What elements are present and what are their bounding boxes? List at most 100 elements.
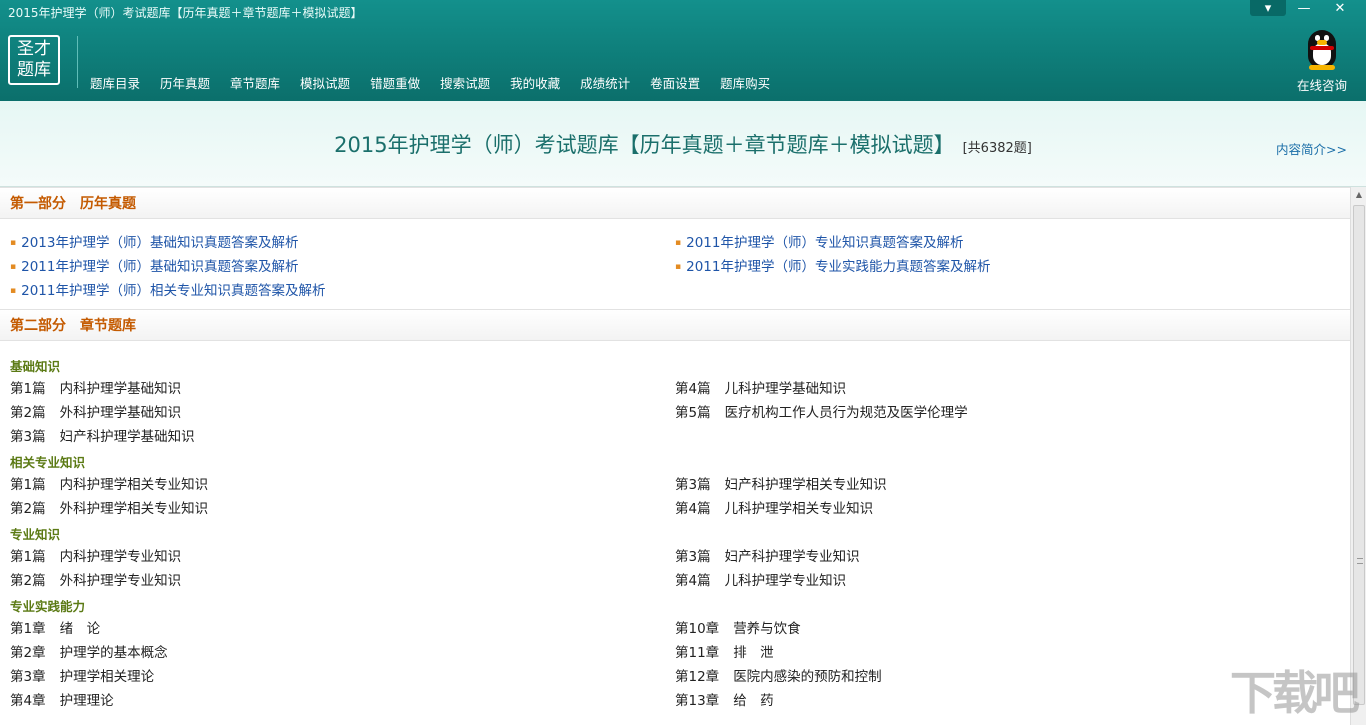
past-exam-link[interactable]: 2011年护理学（师）基础知识真题答案及解析 [10,255,675,279]
qq-penguin-icon [1305,30,1339,70]
logo-divider [77,36,78,88]
chapter-num: 第3篇 [675,477,711,493]
chapter-name: 医疗机构工作人员行为规范及医学伦理学 [724,405,968,421]
chapter-link[interactable]: 第1篇 内科护理学基础知识 [10,377,675,401]
chapter-name: 护理学的基本概念 [59,645,168,661]
close-button[interactable]: ✕ [1322,0,1358,16]
chapter-num: 第4篇 [675,573,711,589]
chapter-link[interactable]: 第4章 护理理论 [10,689,675,713]
nav-item-favorites[interactable]: 我的收藏 [500,74,570,94]
menu-dropdown-button[interactable]: ▾ [1250,0,1286,16]
online-consult-button[interactable]: 在线咨询 [1296,30,1348,94]
chapter-num: 第3篇 [675,549,711,565]
nav-item-score-stats[interactable]: 成绩统计 [570,74,640,94]
intro-link[interactable]: 内容简介>> [1276,139,1347,158]
chapter-num: 第1篇 [10,477,46,493]
chapter-link[interactable]: 第10章 营养与饮食 [675,617,1340,641]
section-title: 历年真题 [80,196,136,212]
page-title: 2015年护理学（师）考试题库【历年真题＋章节题库＋模拟试题】 [共6382题] [0,129,1366,159]
section-part-label: 第二部分 [10,318,66,334]
main-nav: 题库目录 历年真题 章节题库 模拟试题 错题重做 搜索试题 我的收藏 成绩统计 … [80,74,780,94]
chapter-link[interactable]: 第4篇 儿科护理学专业知识 [675,569,1340,593]
past-exams-list: 2013年护理学（师）基础知识真题答案及解析 2011年护理学（师）专业知识真题… [0,219,1350,309]
section-part-label: 第一部分 [10,196,66,212]
chapter-link[interactable]: 第1篇 内科护理学相关专业知识 [10,473,675,497]
past-exam-link[interactable]: 2011年护理学（师）专业知识真题答案及解析 [675,231,1340,255]
chapter-name: 妇产科护理学基础知识 [59,429,195,445]
chapter-name: 儿科护理学基础知识 [724,381,847,397]
minimize-button[interactable]: — [1286,0,1322,16]
chapter-list: 第1章绪 论 第10章 营养与饮食 第2章 护理学的基本概念 第11章排 泄 第3章… [0,617,1350,713]
page-title-text: 2015年护理学（师）考试题库【历年真题＋章节题库＋模拟试题】 [334,133,955,157]
chapter-groups: 基础知识 第1篇 内科护理学基础知识 第4篇 儿科护理学基础知识 第2篇 外科护理学基… [0,341,1350,713]
chapter-link[interactable]: 第3篇 妇产科护理学相关专业知识 [675,473,1340,497]
scroll-up-arrow-icon[interactable]: ▲ [1351,187,1366,203]
nav-item-mock-exams[interactable]: 模拟试题 [290,74,360,94]
chapter-list: 第1篇 内科护理学专业知识 第3篇 妇产科护理学专业知识 第2篇 外科护理学专业知识 … [0,545,1350,593]
chapter-name: 内科护理学基础知识 [59,381,182,397]
logo-line1: 圣才 [17,39,51,59]
chapter-num: 第12章 [675,669,720,685]
chapter-num: 第1篇 [10,381,46,397]
chapter-link[interactable]: 第3章 护理学相关理论 [10,665,675,689]
title-bar: 2015年护理学（师）考试题库【历年真题＋章节题库＋模拟试题】 ▾ — ✕ [0,0,1366,24]
title-banner: 2015年护理学（师）考试题库【历年真题＋章节题库＋模拟试题】 [共6382题] … [0,101,1366,187]
chapter-link[interactable]: 第4篇 儿科护理学相关专业知识 [675,497,1340,521]
chapter-list: 第1篇 内科护理学相关专业知识 第3篇 妇产科护理学相关专业知识 第2篇 外科护理学相… [0,473,1350,521]
nav-item-catalog[interactable]: 题库目录 [80,74,150,94]
section-header-chapter-bank: 第二部分 章节题库 [0,309,1350,341]
nav-item-purchase[interactable]: 题库购买 [710,74,780,94]
chapter-num: 第2章 [10,645,46,661]
nav-item-past-exams[interactable]: 历年真题 [150,74,220,94]
chapter-link[interactable]: 第2章 护理学的基本概念 [10,641,675,665]
chapter-name: 外科护理学基础知识 [59,405,182,421]
chapter-num: 第4篇 [675,381,711,397]
chapter-num: 第3篇 [10,429,46,445]
group-title: 专业实践能力 [10,599,86,614]
chapter-name: 妇产科护理学专业知识 [724,549,860,565]
chapter-name: 儿科护理学相关专业知识 [724,501,874,517]
chapter-name: 外科护理学专业知识 [59,573,182,589]
nav-item-chapter-bank[interactable]: 章节题库 [220,74,290,94]
chapter-link[interactable]: 第3篇 妇产科护理学专业知识 [675,545,1340,569]
group-title: 专业知识 [10,527,61,542]
group-title: 基础知识 [10,359,61,374]
past-exam-link[interactable]: 2011年护理学（师）专业实践能力真题答案及解析 [675,255,1340,279]
past-exam-link[interactable]: 2013年护理学（师）基础知识真题答案及解析 [10,231,675,255]
watermark-logo: 下载吧 [1230,666,1360,720]
chapter-num: 第3章 [10,669,46,685]
vertical-scrollbar[interactable]: ▲ [1350,187,1366,725]
chapter-link[interactable]: 第2篇 外科护理学专业知识 [10,569,675,593]
chapter-name: 儿科护理学专业知识 [724,573,847,589]
past-exam-link[interactable]: 2011年护理学（师）相关专业知识真题答案及解析 [10,279,675,303]
online-consult-label: 在线咨询 [1296,78,1347,93]
chapter-list: 第1篇 内科护理学基础知识 第4篇 儿科护理学基础知识 第2篇 外科护理学基础知识 第… [0,377,1350,449]
window-title: 2015年护理学（师）考试题库【历年真题＋章节题库＋模拟试题】 [8,6,363,20]
chapter-name: 护理学相关理论 [59,669,155,685]
chapter-num: 第4篇 [675,501,711,517]
chapter-name: 排 泄 [733,645,774,661]
catalog-content: 第一部分历年真题 2013年护理学（师）基础知识真题答案及解析 2011年护理学… [0,187,1350,725]
chapter-name: 内科护理学专业知识 [59,549,182,565]
chapter-num: 第1章 [10,621,46,637]
chapter-link[interactable]: 第2篇 外科护理学基础知识 [10,401,675,425]
scrollbar-grip [1357,558,1363,564]
chapter-link[interactable]: 第1篇 内科护理学专业知识 [10,545,675,569]
nav-item-page-settings[interactable]: 卷面设置 [640,74,710,94]
nav-item-wrong-redo[interactable]: 错题重做 [360,74,430,94]
chapter-name: 绪 论 [59,621,101,637]
chapter-link[interactable]: 第3篇 妇产科护理学基础知识 [10,425,675,449]
chapter-link[interactable]: 第4篇 儿科护理学基础知识 [675,377,1340,401]
chapter-num: 第2篇 [10,501,46,517]
chapter-name: 内科护理学相关专业知识 [59,477,209,493]
chapter-num: 第11章 [675,645,720,661]
app-header: 2015年护理学（师）考试题库【历年真题＋章节题库＋模拟试题】 ▾ — ✕ 圣才… [0,0,1366,101]
chapter-link[interactable]: 第5篇 医疗机构工作人员行为规范及医学伦理学 [675,401,1340,425]
chapter-num: 第2篇 [10,573,46,589]
nav-item-search[interactable]: 搜索试题 [430,74,500,94]
chapter-num: 第10章 [675,621,720,637]
scrollbar-thumb[interactable] [1353,205,1365,705]
group-title: 相关专业知识 [10,455,86,470]
chapter-link[interactable]: 第1章绪 论 [10,617,675,641]
chapter-link[interactable]: 第2篇 外科护理学相关专业知识 [10,497,675,521]
